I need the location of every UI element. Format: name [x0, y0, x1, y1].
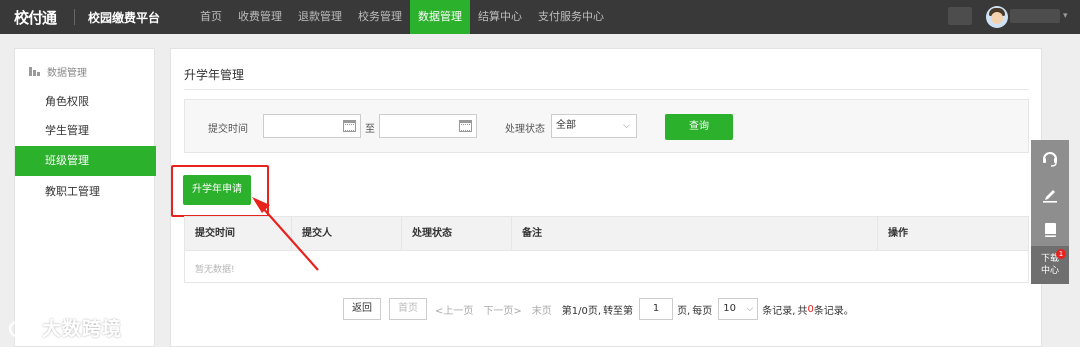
- first-page-button[interactable]: 首页: [389, 298, 427, 320]
- nav-item-refund[interactable]: 退款管理: [290, 0, 350, 34]
- logo-divider: [74, 9, 75, 25]
- sidebar-item-staff[interactable]: 教职工管理: [15, 177, 156, 207]
- guide-tool[interactable]: [1031, 212, 1069, 248]
- pagination: 返回 首页 <上一页 下一页> 末页 第1/0页, 转至第 1 页, 每页 10…: [343, 298, 856, 320]
- chevron-down-icon[interactable]: ▾: [1063, 11, 1068, 21]
- avatar[interactable]: [986, 6, 1008, 28]
- prev-page-link[interactable]: <上一页: [435, 302, 473, 317]
- calendar-icon[interactable]: [343, 120, 356, 132]
- sidebar-heading: 数据管理: [15, 61, 156, 81]
- notification-badge: 1: [1056, 249, 1066, 259]
- column-header-status[interactable]: 处理状态: [402, 217, 512, 251]
- chevron-down-icon: ⌵: [623, 121, 630, 131]
- query-button[interactable]: 查询: [665, 114, 733, 140]
- app-logo[interactable]: 校付通: [14, 7, 57, 27]
- empty-table-message: 暂无数据!: [195, 265, 235, 275]
- platform-name: 校园缴费平台: [88, 11, 161, 25]
- per-page-prefix: 每页: [692, 305, 713, 317]
- column-header-submit-time[interactable]: 提交时间: [185, 217, 292, 251]
- status-select[interactable]: 全部 ⌵: [551, 114, 637, 138]
- blurred-user-name[interactable]: [1010, 9, 1060, 23]
- download-center-tool[interactable]: 下载 中心 1: [1031, 246, 1069, 284]
- feedback-tool[interactable]: [1031, 176, 1069, 212]
- nav-item-home[interactable]: 首页: [192, 0, 230, 34]
- watermark-text: 大数跨境: [42, 318, 123, 340]
- support-tool[interactable]: [1031, 140, 1069, 176]
- sidebar-item-classes[interactable]: 班级管理: [15, 146, 156, 176]
- to-label: 至: [365, 124, 375, 135]
- end-date-input[interactable]: [379, 114, 477, 138]
- status-select-value: 全部: [556, 120, 576, 131]
- edit-icon: [1043, 190, 1057, 203]
- watermark-logo-icon: [8, 317, 37, 337]
- column-header-remark[interactable]: 备注: [512, 217, 878, 251]
- watermark: 大数跨境: [8, 314, 122, 341]
- start-date-input[interactable]: [263, 114, 361, 138]
- goto-suffix: 页,: [677, 305, 691, 317]
- total-prefix: 共: [797, 305, 808, 317]
- chevron-down-icon: ⌵: [746, 304, 754, 314]
- nav-item-fee[interactable]: 收费管理: [230, 0, 290, 34]
- book-icon: [1045, 223, 1056, 237]
- goto-page-input[interactable]: 1: [639, 298, 674, 320]
- records-table: 提交时间 提交人 处理状态 备注 操作 暂无数据!: [184, 216, 1029, 283]
- sidebar-item-students[interactable]: 学生管理: [15, 116, 156, 146]
- back-button[interactable]: 返回: [343, 298, 381, 320]
- avatar-face: [991, 12, 1003, 24]
- column-header-actions[interactable]: 操作: [878, 217, 1028, 251]
- nav-item-school-affairs[interactable]: 校务管理: [350, 0, 410, 34]
- total-suffix: 条记录。: [813, 305, 854, 317]
- submit-time-label: 提交时间: [208, 124, 248, 135]
- nav-item-data[interactable]: 数据管理: [410, 0, 470, 34]
- sidebar-item-roles[interactable]: 角色权限: [15, 87, 156, 117]
- per-page-value: 10: [723, 303, 736, 314]
- logo-text: 校付通: [14, 8, 57, 27]
- main-nav: 首页 收费管理 退款管理 校务管理 数据管理 结算中心 支付服务中心: [192, 0, 612, 34]
- page-title: 升学年管理: [184, 68, 245, 82]
- last-page-link[interactable]: 末页: [532, 302, 552, 317]
- per-page-select[interactable]: 10 ⌵: [718, 298, 759, 320]
- sidebar-heading-label: 数据管理: [47, 67, 87, 79]
- title-divider: [184, 89, 1029, 90]
- goto-prefix: 转至第: [603, 305, 634, 317]
- nav-item-payment-service[interactable]: 支付服务中心: [530, 0, 612, 34]
- headset-icon: [1043, 152, 1057, 167]
- calendar-icon[interactable]: [459, 120, 472, 132]
- next-page-link[interactable]: 下一页>: [483, 302, 521, 317]
- blurred-user-info: [948, 7, 972, 25]
- column-header-submitter[interactable]: 提交人: [292, 217, 402, 251]
- bar-chart-icon: [29, 66, 41, 76]
- promotion-apply-button[interactable]: 升学年申请: [183, 175, 251, 205]
- per-page-suffix: 条记录,: [762, 305, 796, 317]
- table-header: 提交时间 提交人 处理状态 备注 操作: [185, 217, 1028, 251]
- page-info: 第1/0页,: [561, 305, 602, 317]
- search-form: 提交时间 至 处理状态 全部 ⌵ 查询: [184, 99, 1029, 153]
- main-panel: 升学年管理 提交时间 至 处理状态 全部 ⌵ 查询 升学年申请 提交时间 提交人…: [170, 48, 1042, 347]
- nav-item-settlement[interactable]: 结算中心: [470, 0, 530, 34]
- top-nav-bar: 校付通 校园缴费平台 首页 收费管理 退款管理 校务管理 数据管理 结算中心 支…: [0, 0, 1080, 34]
- status-label: 处理状态: [505, 124, 545, 135]
- sidebar: 数据管理 角色权限 学生管理 班级管理 教职工管理: [14, 48, 156, 347]
- download-center-label-2: 中心: [1040, 266, 1059, 276]
